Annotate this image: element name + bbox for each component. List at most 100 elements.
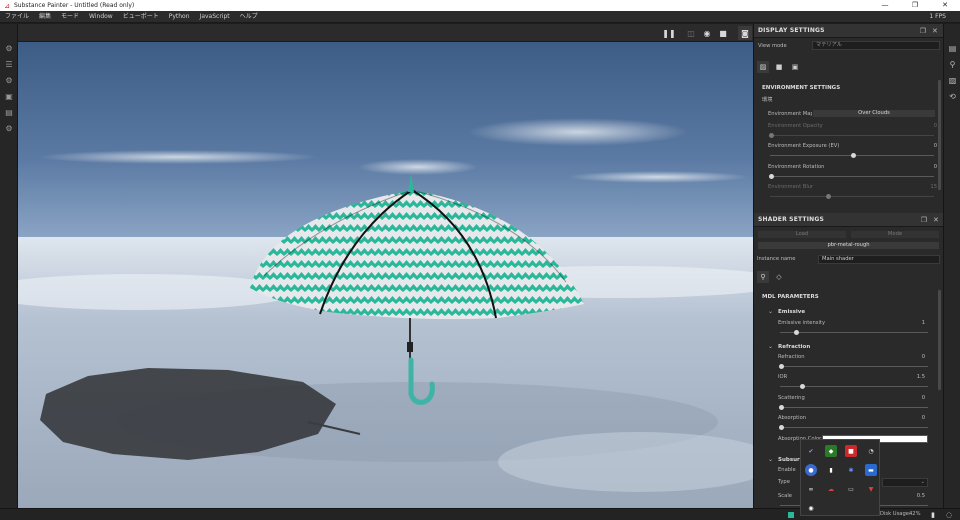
shader-mode-button[interactable]: Mode [850,230,940,239]
menu-javascript[interactable]: JavaScript [195,11,235,23]
absorption-knob[interactable] [779,425,784,430]
subsurface-section-title[interactable]: Subsurf [778,457,802,463]
menu-python[interactable]: Python [164,11,195,23]
undock-icon[interactable]: ❐ [917,24,929,38]
3d-viewport[interactable] [18,42,753,508]
close-panel-icon[interactable]: ✕ [930,213,942,227]
instance-name-field[interactable]: Main shader [818,255,940,264]
environment-exposure-knob[interactable] [851,153,856,158]
meet-icon[interactable]: ▬ [865,464,877,476]
environment-opacity-knob[interactable] [769,133,774,138]
scattering-label: Scattering [778,395,805,401]
cloud-sync-icon[interactable]: ☁ [825,483,837,495]
document-icon[interactable]: ▤ [0,104,18,120]
menu-bar: ファイル 編集 モード Window ビューポート Python JavaScr… [0,11,960,23]
view-mode-label: View mode [758,43,787,49]
close-window-button[interactable]: ✕ [930,0,960,11]
refraction-value: 0 [921,354,925,360]
sky-cloud [358,159,478,175]
close-panel-icon[interactable]: ✕ [929,24,941,38]
render-mode-icon[interactable]: ◉ [700,26,714,40]
display-icon[interactable]: ▭ [845,483,857,495]
environment-blur-knob[interactable] [826,194,831,199]
microphone-icon[interactable]: ▮ [928,510,938,520]
shader-parameters-tab-icon[interactable]: ⚲ [757,271,769,283]
scattering-slider[interactable] [780,407,928,408]
menu-file[interactable]: ファイル [0,11,34,23]
fx-icon[interactable]: ▣ [0,88,18,104]
menu-mode[interactable]: モード [56,11,84,23]
display-settings-scrollbar[interactable] [938,80,941,190]
effects-gear-icon[interactable]: ⚙ [0,72,18,88]
layers-list-icon[interactable]: ☰ [0,56,18,72]
subsurface-enable-label: Enable [778,467,796,473]
scattering-knob[interactable] [779,405,784,410]
search-icon[interactable]: ⚲ [944,56,960,72]
recorder-icon[interactable]: ▼ [865,483,877,495]
shader-info-tab-icon[interactable]: ◇ [773,271,785,283]
shader-settings-header: SHADER SETTINGS ❐ ✕ [754,213,944,227]
view-mode-dropdown[interactable]: マテリアル [812,41,940,50]
undock-icon[interactable]: ❐ [918,213,930,227]
umbrella-canopy [250,190,584,320]
window-title: Substance Painter - Untitled (Read only) [14,2,135,9]
usb-icon[interactable]: ▮ [825,464,837,476]
shader-tabs: ⚲ ◇ [754,270,944,284]
viewer-tab-icon[interactable]: ▣ [789,61,801,73]
refraction-slider[interactable] [780,366,928,367]
sky-cloud [38,150,318,164]
nvidia-icon[interactable]: ◆ [825,445,837,457]
umbrella-runner [407,342,413,352]
environment-blur-slider[interactable] [770,196,934,197]
instance-name-label: Instance name [757,256,796,262]
refraction-section-title[interactable]: Refraction [778,344,810,350]
screenshot-camera-icon[interactable]: ◙ [738,26,752,40]
shader-load-button[interactable]: Load [757,230,847,239]
pause-icon[interactable]: ❚❚ [662,26,676,40]
chevron-down-icon[interactable]: ⌄ [768,456,773,463]
split-view-icon[interactable]: ◫ [684,26,698,40]
camera-icon[interactable]: ■ [716,26,730,40]
texture-set-list-icon[interactable]: ▤ [944,40,960,56]
environment-tab-icon[interactable]: ▨ [757,61,769,73]
display-settings-header: DISPLAY SETTINGS ❐ ✕ [754,24,943,38]
emissive-intensity-slider[interactable] [780,332,928,333]
environment-rotation-knob[interactable] [769,174,774,179]
clock-icon[interactable]: ◔ [865,445,877,457]
history-icon[interactable]: ⟲ [944,88,960,104]
shader-selector[interactable]: pbr-metal-rough [757,241,940,250]
discord-icon[interactable]: ◉ [805,502,817,514]
environment-opacity-slider[interactable] [770,135,934,136]
globe-icon[interactable]: ● [805,464,817,476]
menu-help[interactable]: ヘルプ [235,11,263,23]
chevron-down-icon[interactable]: ⌄ [768,308,773,315]
image-icon[interactable]: ▨ [944,72,960,88]
refresh-icon[interactable]: ◌ [944,510,954,520]
ior-knob[interactable] [800,384,805,389]
menu-window[interactable]: Window [84,11,118,23]
disk-usage-value: 42% [909,511,921,517]
minimize-button[interactable]: — [870,0,900,11]
settings-gear-icon[interactable]: ⚙ [0,40,18,56]
subsurface-type-dropdown[interactable]: ⌄ [882,478,928,487]
absorption-value: 0 [921,415,925,421]
chevron-down-icon[interactable]: ⌄ [768,343,773,350]
options-gear-icon[interactable]: ⚙ [0,120,18,136]
absorption-slider[interactable] [780,427,928,428]
maximize-button[interactable]: ❐ [900,0,930,11]
menu-viewport[interactable]: ビューポート [118,11,164,23]
steam-icon[interactable]: ✔ [805,445,817,457]
creative-cloud-icon[interactable]: ∞ [805,483,817,495]
app-red-icon[interactable]: ■ [845,445,857,457]
environment-rotation-slider[interactable] [770,176,934,177]
menu-edit[interactable]: 編集 [34,11,56,23]
shader-settings-scrollbar[interactable] [938,290,941,390]
bluetooth-icon[interactable]: ✱ [845,464,857,476]
environment-map-selector[interactable]: Over Clouds [812,109,936,118]
emissive-intensity-knob[interactable] [794,330,799,335]
camera-tab-icon[interactable]: ■ [773,61,785,73]
emissive-section-title[interactable]: Emissive [778,309,805,315]
window-title-bar: ⊿ Substance Painter - Untitled (Read onl… [0,0,960,11]
refraction-knob[interactable] [779,364,784,369]
environment-rotation-value: 0 [933,164,937,170]
